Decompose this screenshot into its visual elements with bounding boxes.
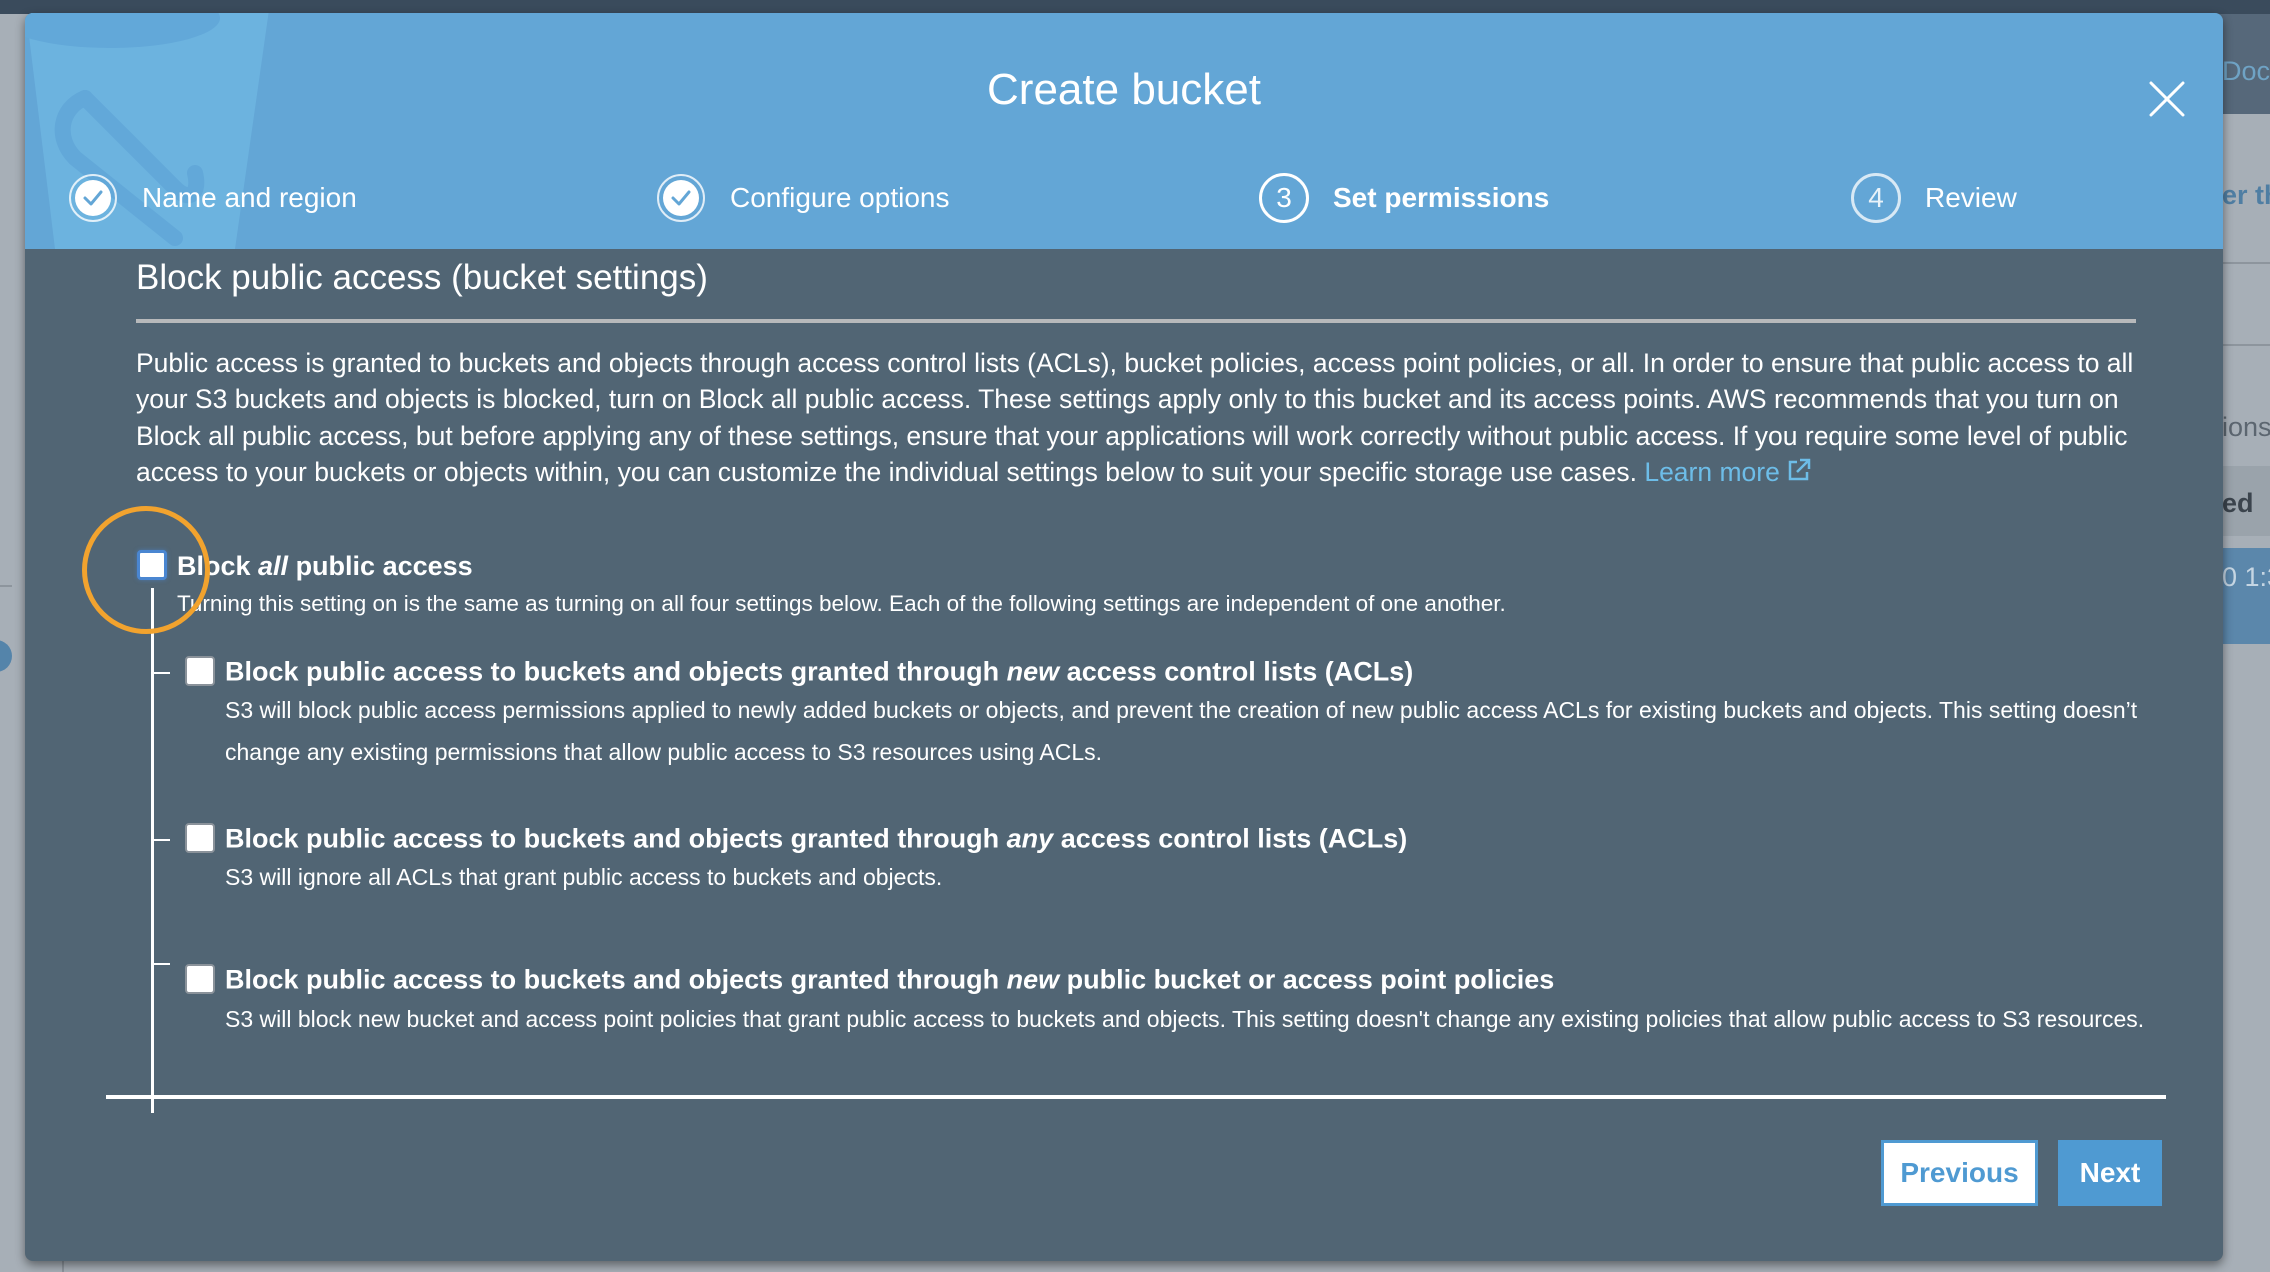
block-new-acls-description: S3 will block public access permissions … (225, 697, 2138, 765)
background-column-header: ed (2222, 488, 2254, 518)
step-number-icon: 3 (1259, 173, 1309, 223)
background-date-cell: 0 1:3 (2222, 562, 2270, 592)
wizard-steps: Name and region Configure options 3 Set … (25, 173, 2223, 223)
section-title: Block public access (bucket settings) (136, 258, 708, 297)
modal-title: Create bucket (987, 65, 1261, 114)
tree-branch (152, 963, 170, 965)
step-review[interactable]: 4 Review (1851, 173, 2017, 223)
background-divider (0, 585, 12, 587)
footer-divider (106, 1095, 2166, 1099)
step-set-permissions[interactable]: 3 Set permissions (1259, 173, 1549, 223)
learn-more-link[interactable]: Learn more (1644, 457, 1812, 487)
background-indicator (0, 640, 12, 672)
step-label: Name and region (142, 182, 357, 213)
next-button[interactable]: Next (2058, 1140, 2162, 1206)
block-new-acls-checkbox[interactable] (185, 656, 215, 686)
check-circle-icon (656, 173, 706, 223)
close-icon (2149, 81, 2185, 117)
step-configure-options[interactable]: Configure options (656, 173, 949, 223)
close-button[interactable] (2137, 69, 2197, 129)
background-divider (2222, 262, 2270, 264)
background-divider (2222, 344, 2270, 346)
background-docs-link: Docu (2222, 56, 2270, 86)
background-column-text: ions (2222, 412, 2270, 442)
tree-branch (152, 672, 170, 674)
step-label: Review (1925, 182, 2017, 213)
block-any-acls-label[interactable]: Block public access to buckets and objec… (225, 824, 1407, 855)
step-label: Set permissions (1333, 182, 1550, 213)
external-link-icon (1788, 458, 1811, 481)
tree-branch (152, 839, 170, 841)
block-all-label[interactable]: Block all public access (177, 551, 473, 582)
block-any-acls-description: S3 will ignore all ACLs that grant publi… (225, 864, 943, 890)
block-new-policies-checkbox[interactable] (185, 964, 215, 994)
step-name-and-region[interactable]: Name and region (68, 173, 357, 223)
section-divider (136, 319, 2136, 323)
create-bucket-modal: Create bucket Name and region Configure … (25, 13, 2223, 1261)
block-any-acls-checkbox[interactable] (185, 823, 215, 853)
block-all-public-access-checkbox[interactable] (137, 550, 167, 580)
block-all-description: Turning this setting on is the same as t… (177, 591, 1506, 616)
intro-paragraph: Public access is granted to buckets and … (136, 345, 2156, 490)
block-new-policies-label[interactable]: Block public access to buckets and objec… (225, 965, 1554, 996)
block-new-acls-label[interactable]: Block public access to buckets and objec… (225, 657, 1413, 688)
block-new-policies-description: S3 will block new bucket and access poin… (225, 1006, 2145, 1032)
previous-button[interactable]: Previous (1881, 1140, 2038, 1206)
background-filter-text: er th (2222, 180, 2270, 210)
step-number-icon: 4 (1851, 173, 1901, 223)
intro-text: Public access is granted to buckets and … (136, 348, 2134, 487)
check-circle-icon (68, 173, 118, 223)
tree-connector (151, 588, 154, 1113)
modal-header: Create bucket Name and region Configure … (25, 13, 2223, 249)
background-top-bar (0, 0, 2270, 14)
step-label: Configure options (730, 182, 950, 213)
